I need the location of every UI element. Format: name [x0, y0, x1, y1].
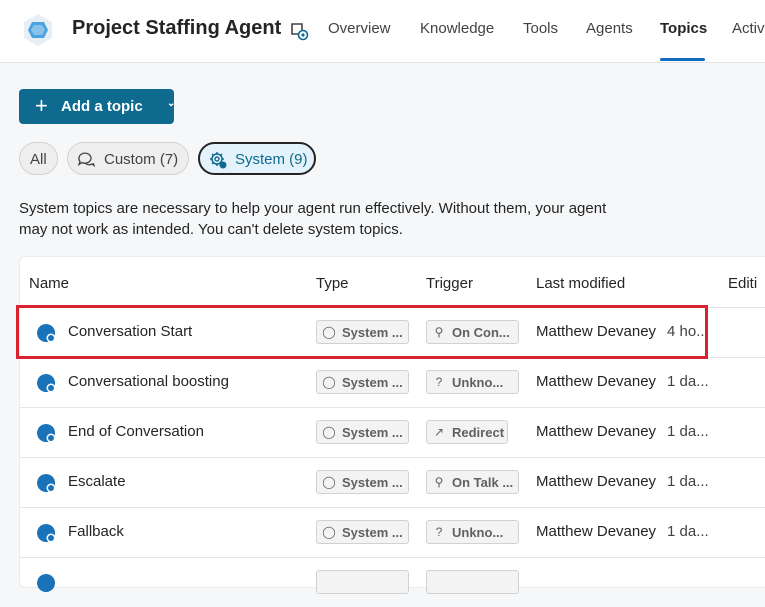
column-header-trigger[interactable]: Trigger — [426, 275, 473, 292]
trigger-label: Redirect — [452, 425, 505, 440]
agent-settings-icon[interactable] — [288, 20, 310, 42]
trigger-label: Unkno... — [452, 525, 504, 540]
topic-name[interactable]: Conversation Start — [68, 323, 192, 340]
tab-activity[interactable]: Activ — [732, 20, 765, 37]
chevron-down-icon: ⌄ — [167, 98, 176, 109]
type-chip: ◯ System ... — [316, 320, 409, 344]
modified-time: 4 ho... — [667, 323, 709, 340]
system-topics-description: System topics are necessary to help your… — [19, 198, 639, 240]
filter-custom[interactable]: Custom (7) — [67, 142, 189, 175]
modified-by: Matthew Devaney — [536, 323, 657, 340]
type-chip: ◯ System ... — [316, 370, 409, 394]
table-row[interactable]: Fallback ◯ System ... ? Unkno... Matthew D… — [20, 507, 765, 557]
modified-time: 1 da... — [667, 523, 709, 540]
filter-system[interactable]: System (9) — [198, 142, 316, 175]
system-type-icon: ◯ — [322, 325, 336, 339]
system-topic-icon — [37, 374, 56, 393]
topic-name[interactable]: Escalate — [68, 473, 126, 490]
system-type-icon: ◯ — [322, 525, 336, 539]
type-label: System ... — [342, 375, 403, 390]
system-topic-icon — [37, 324, 56, 343]
question-icon: ? — [435, 375, 443, 389]
type-chip: ◯ System ... — [316, 470, 409, 494]
top-bar: Project Staffing Agent Overview Knowledg… — [0, 0, 765, 63]
trigger-chip: ↗ Redirect — [426, 420, 508, 444]
tab-knowledge[interactable]: Knowledge — [420, 20, 494, 37]
question-icon: ? — [435, 525, 443, 539]
modified-by: Matthew Devaney — [536, 373, 657, 390]
type-label: System ... — [342, 325, 403, 340]
table-row[interactable]: End of Conversation ◯ System ... ↗ Redirec… — [20, 407, 765, 457]
column-header-name[interactable]: Name — [29, 275, 69, 292]
column-header-type[interactable]: Type — [316, 275, 349, 292]
trigger-chip: ⚲ On Talk ... — [426, 470, 519, 494]
trigger-chip: ? Unkno... — [426, 370, 519, 394]
trigger-label: Unkno... — [452, 375, 504, 390]
type-chip: ◯ System ... — [316, 520, 409, 544]
system-type-icon: ◯ — [322, 375, 336, 389]
topic-name[interactable]: Fallback — [68, 523, 124, 540]
modified-time: 1 da... — [667, 473, 709, 490]
modified-by: Matthew Devaney — [536, 473, 657, 490]
add-topic-label: Add a topic — [61, 98, 143, 115]
filter-all-label: All — [30, 151, 47, 168]
column-header-last-modified[interactable]: Last modified — [536, 275, 625, 292]
trigger-chip — [426, 570, 519, 594]
type-label: System ... — [342, 475, 403, 490]
plus-icon: + — [35, 93, 48, 118]
tab-tools[interactable]: Tools — [523, 20, 558, 37]
system-topic-icon — [37, 474, 56, 493]
system-topic-icon — [37, 424, 56, 443]
trigger-chip: ? Unkno... — [426, 520, 519, 544]
table-row[interactable]: Conversation Start ◯ System ... ⚲ On Con..… — [20, 307, 765, 357]
agent-logo-icon — [24, 14, 52, 46]
modified-time: 1 da... — [667, 423, 709, 440]
column-header-editing[interactable]: Editi — [728, 275, 757, 292]
trigger-chip: ⚲ On Con... — [426, 320, 519, 344]
tab-agents[interactable]: Agents — [586, 20, 633, 37]
add-topic-button[interactable]: + Add a topic ⌄ — [19, 89, 176, 124]
trigger-label: On Talk ... — [452, 475, 514, 490]
type-chip: ◯ System ... — [316, 420, 409, 444]
trigger-label: On Con... — [452, 325, 510, 340]
tab-overview[interactable]: Overview — [328, 20, 391, 37]
table-row[interactable] — [20, 557, 765, 607]
tab-topics[interactable]: Topics — [660, 20, 707, 37]
system-gear-icon — [210, 152, 227, 169]
filter-all[interactable]: All — [19, 142, 58, 175]
active-tab-indicator — [660, 58, 705, 61]
filter-system-label: System (9) — [235, 151, 308, 168]
system-topic-icon — [37, 524, 56, 543]
filter-custom-label: Custom (7) — [104, 151, 179, 168]
table-row[interactable]: Conversational boosting ◯ System ... ? Unk… — [20, 357, 765, 407]
system-topic-icon — [37, 574, 56, 592]
modified-by: Matthew Devaney — [536, 523, 657, 540]
redirect-icon: ↗ — [433, 425, 445, 439]
description-line-1: System topics are necessary to help your… — [19, 200, 607, 217]
table-row[interactable]: Escalate ◯ System ... ⚲ On Talk ... Matthe… — [20, 457, 765, 507]
system-type-icon: ◯ — [322, 475, 336, 489]
description-line-2: may not work as intended. You can't dele… — [19, 221, 403, 238]
lightbulb-icon: ⚲ — [434, 325, 444, 339]
topic-name[interactable]: Conversational boosting — [68, 373, 229, 390]
agent-title: Project Staffing Agent — [72, 17, 282, 39]
modified-time: 1 da... — [667, 373, 709, 390]
modified-by: Matthew Devaney — [536, 423, 657, 440]
chat-bubbles-icon — [77, 152, 95, 168]
system-type-icon: ◯ — [322, 425, 336, 439]
type-chip — [316, 570, 409, 594]
type-label: System ... — [342, 425, 403, 440]
lightbulb-icon: ⚲ — [434, 475, 444, 489]
type-label: System ... — [342, 525, 403, 540]
topics-table: Name Type Trigger Last modified Editi Co… — [19, 256, 765, 594]
topic-name[interactable]: End of Conversation — [68, 423, 204, 440]
